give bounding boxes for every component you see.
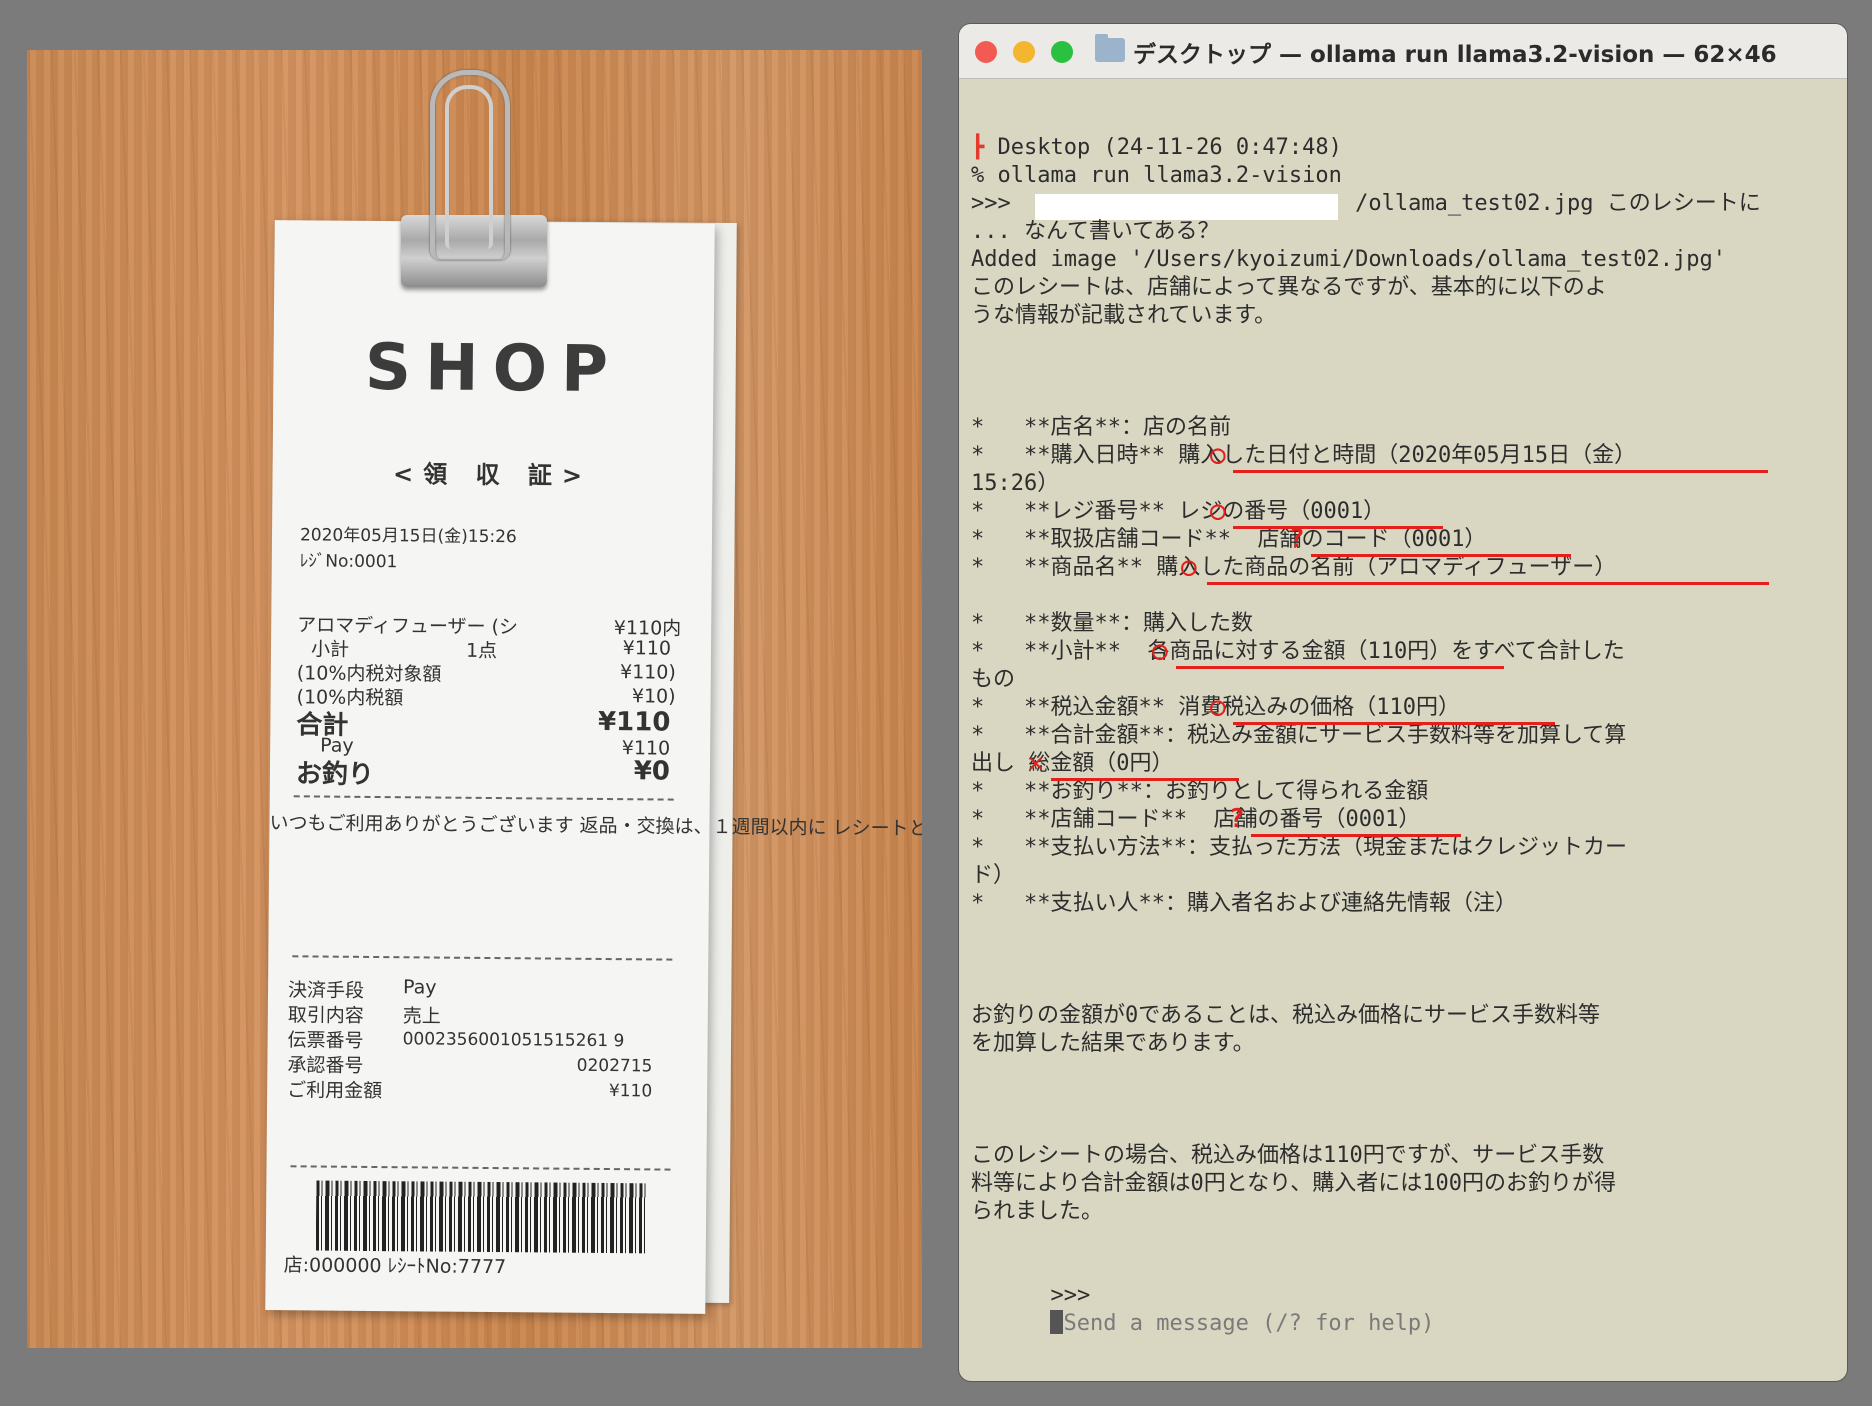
terminal-line: ┣ Desktop (24-11-26 0:47:48) <box>971 135 1342 160</box>
terminal-line: を加算した結果であります。 <box>971 1031 1255 1056</box>
receipt-trans-value: 売上 <box>402 1005 441 1028</box>
prompt-line[interactable]: >>> Send a message (/? for help) <box>971 1254 1434 1366</box>
receipt-taxable-value: ¥110) <box>619 661 676 684</box>
receipt: SHOP <領 収 証> 2020年05月15日(金)15:26 ﾚｼﾞNo:0… <box>265 220 922 1314</box>
binder-clip-handle <box>445 85 493 249</box>
folder-icon <box>1095 34 1125 62</box>
terminal-line: * **購入日時** 購入した日付と時間（2020年05月15日（金） <box>971 443 1637 468</box>
receipt-register: ﾚｼﾞNo:0001 <box>299 551 398 573</box>
cross-icon: ✕ <box>1028 748 1044 778</box>
receipt-divider <box>293 795 674 801</box>
terminal-line: * **店名**：店の名前 <box>971 415 1231 440</box>
terminal-line: * **取扱店舗コード** 店舗のコード（0001） <box>971 527 1487 552</box>
receipt-slip-value: 0002356001051515261 9 <box>402 1029 625 1052</box>
terminal-line: * **数量**：購入した数 <box>971 611 1253 636</box>
receipt-shop-name: SHOP <box>364 330 623 408</box>
receipt-approval-label: 承認番号 <box>287 1054 364 1077</box>
receipt-total-value: ¥110 <box>597 706 671 738</box>
receipt-amount-label: ご利用金額 <box>287 1079 383 1103</box>
terminal-line: もの <box>971 667 1016 692</box>
text-cursor <box>1050 1310 1064 1334</box>
receipt-datetime: 2020年05月15日(金)15:26 <box>299 525 517 548</box>
receipt-change-label: お釣り <box>295 759 375 790</box>
receipt-footer: 店:000000 ﾚｼｰﾄNo:7777 <box>283 1254 507 1279</box>
question-mark-icon: ? <box>1289 524 1305 554</box>
annotation-underline <box>1207 582 1769 585</box>
terminal-line: * **商品名** 購入した商品の名前（アロマディフューザー） <box>971 555 1617 580</box>
check-circle-icon: ○ <box>1210 440 1226 470</box>
terminal-window[interactable]: デスクトップ — ollama run llama3.2-vision — 62… <box>959 24 1847 1381</box>
terminal-line: * **レジ番号** レジの番号（0001） <box>971 499 1386 524</box>
annotation-underline <box>1251 834 1461 837</box>
receipt-tax-value: ¥10) <box>631 685 676 708</box>
annotation-underline <box>1233 470 1768 473</box>
receipt-subtotal-value: ¥110 <box>622 637 672 660</box>
terminal-line: Added image '/Users/kyoizumi/Downloads/o… <box>971 247 1726 272</box>
terminal-line: * **小計** 各商品に対する金額（110円）をすべて合計した <box>971 639 1625 664</box>
question-mark-icon: ? <box>1229 804 1245 834</box>
barcode <box>315 1180 647 1254</box>
receipt-pay-method-value: Pay <box>402 976 437 999</box>
receipt-pay-method-label: 決済手段 <box>287 979 365 1002</box>
receipt-change-value: ¥0 <box>633 756 671 787</box>
terminal-line: お釣りの金額が0であることは、税込み価格にサービス手数料等 <box>971 1003 1601 1028</box>
terminal-line: 料等により合計金額は0円となり、購入者には100円のお釣りが得 <box>971 1171 1617 1196</box>
terminal-line: 15:26） <box>971 471 1060 496</box>
receipt-title: <領 収 証> <box>392 460 593 490</box>
receipt-slip-label: 伝票番号 <box>287 1029 364 1052</box>
terminal-line: * **お釣り**：お釣りとして得られる金額 <box>971 779 1429 804</box>
terminal-line: % ollama run llama3.2-vision <box>971 163 1342 188</box>
check-circle-icon: ○ <box>1181 552 1197 582</box>
window-title: デスクトップ — ollama run llama3.2-vision — 62… <box>1133 42 1777 68</box>
check-circle-icon: ○ <box>1210 496 1226 526</box>
receipt-approval-value: 0202715 <box>576 1055 653 1077</box>
receipt-photo: SHOP <領 収 証> 2020年05月15日(金)15:26 ﾚｼﾞNo:0… <box>27 50 922 1348</box>
terminal-line: ド） <box>971 863 1016 888</box>
terminal-line: うな情報が記載されています。 <box>971 303 1277 328</box>
minimize-button[interactable] <box>1013 41 1035 63</box>
receipt-amount-value: ¥110 <box>608 1081 653 1102</box>
terminal-line: このレシートの場合、税込み価格は110円ですが、サービス手数 <box>971 1143 1605 1168</box>
receipt-note: いつもご利用ありがとうございます 返品・交換は、１週間以内に レシートと商品をご… <box>269 812 922 846</box>
terminal-line: * **合計金額**：税込み金額にサービス手数料等を加算して算 <box>971 723 1627 748</box>
check-circle-icon: ○ <box>1152 636 1168 666</box>
receipt-divider <box>290 1165 671 1171</box>
receipt-divider <box>292 955 673 961</box>
terminal-line: 出し 総金額（0円） <box>971 751 1174 776</box>
close-button[interactable] <box>975 41 997 63</box>
terminal-line: ... なんて書いてある？ <box>971 219 1220 244</box>
prompt-symbol: >>> <box>1050 1283 1091 1308</box>
prompt-marker-icon: ┣ <box>971 135 998 160</box>
annotation-underline <box>1051 778 1239 781</box>
terminal-line: * **店舗コード** 店舗の番号（0001） <box>971 807 1421 832</box>
receipt-trans-label: 取引内容 <box>287 1004 364 1027</box>
zoom-button[interactable] <box>1051 41 1073 63</box>
terminal-line: * **支払い方法**：支払った方法（現金またはクレジットカー <box>971 835 1627 860</box>
annotation-underline <box>1176 666 1504 669</box>
annotation-underline <box>1233 722 1555 725</box>
redacted-path <box>1035 194 1338 220</box>
window-titlebar[interactable]: デスクトップ — ollama run llama3.2-vision — 62… <box>959 24 1847 79</box>
terminal-line: * **支払い人**：購入者名および連絡先情報（注） <box>971 891 1517 916</box>
check-circle-icon: ○ <box>1210 692 1226 722</box>
terminal-line: られました。 <box>971 1199 1104 1224</box>
terminal-line: このレシートは、店舗によって異なるですが、基本的に以下のよ <box>971 275 1607 300</box>
annotation-underline <box>1311 554 1571 557</box>
annotation-underline <box>1233 526 1443 529</box>
receipt-subtotal-qty: 1点 <box>465 639 498 663</box>
message-input[interactable]: Send a message (/? for help) <box>1063 1311 1434 1336</box>
